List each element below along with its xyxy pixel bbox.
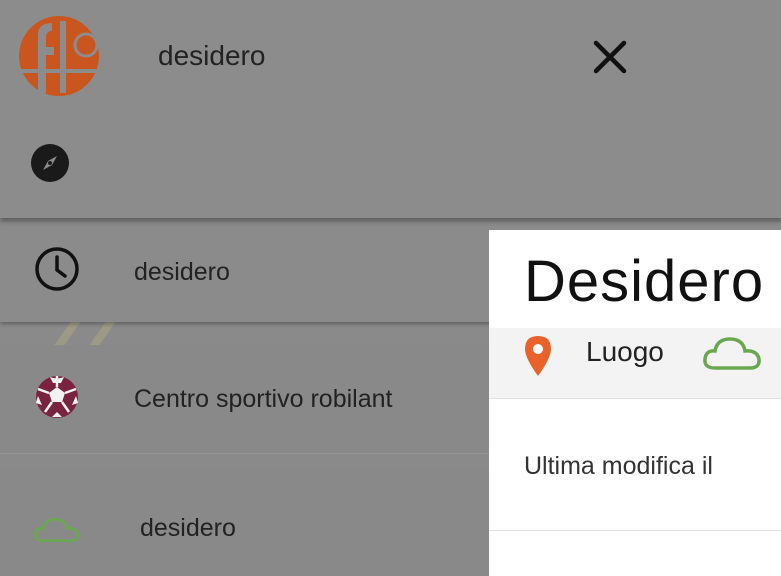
app-logo-icon xyxy=(18,16,100,96)
detail-title: Desidero xyxy=(524,249,765,314)
result-label: desidero xyxy=(134,258,230,286)
clock-icon xyxy=(35,247,79,291)
place-type-label: Luogo xyxy=(586,336,664,367)
detail-card: Desidero Luogo Ultima modifica il xyxy=(489,230,781,576)
compass-icon[interactable] xyxy=(29,142,71,184)
result-item-place[interactable]: Centro sportivo robilant xyxy=(0,345,490,454)
result-label: desidero xyxy=(140,514,236,542)
soccer-ball-icon xyxy=(36,376,78,418)
search-query-text[interactable]: desidero xyxy=(158,40,265,72)
cloud-icon[interactable] xyxy=(701,332,763,374)
detail-place-row: Luogo xyxy=(489,328,781,399)
search-panel: desidero xyxy=(0,0,781,218)
divider xyxy=(489,530,781,531)
result-item-cloud[interactable]: desidero xyxy=(0,470,490,576)
cloud-icon xyxy=(34,517,79,543)
result-label: Centro sportivo robilant xyxy=(134,385,393,413)
location-pin-icon xyxy=(525,336,551,376)
last-modified-text: Ultima modifica il xyxy=(524,452,713,480)
map-background xyxy=(0,322,490,346)
close-icon[interactable] xyxy=(585,32,635,82)
